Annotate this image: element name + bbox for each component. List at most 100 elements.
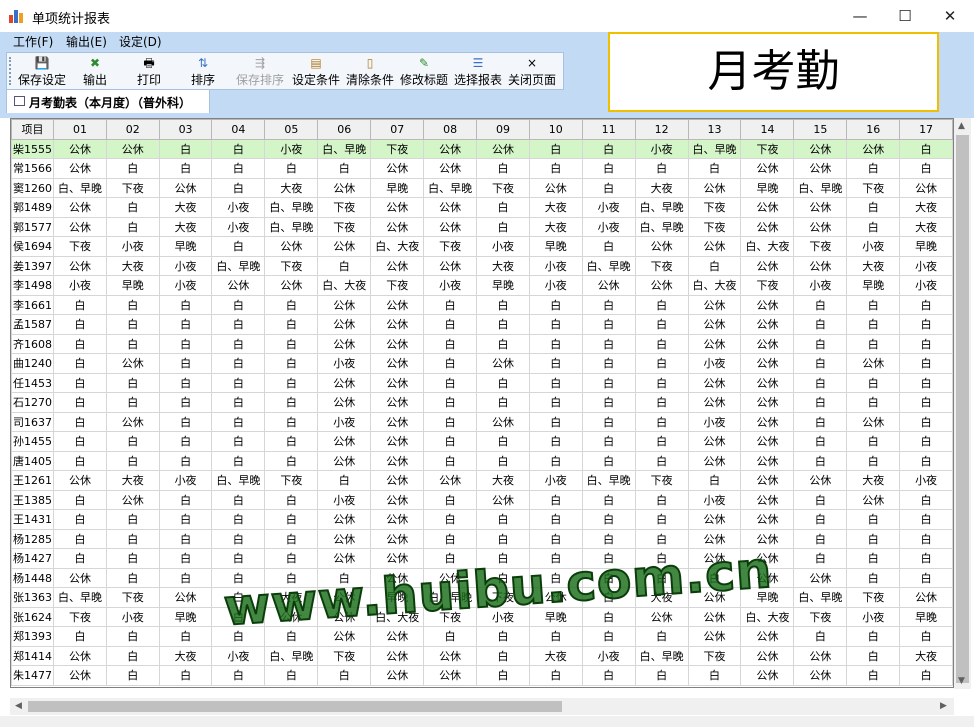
shift-cell[interactable]: 白 bbox=[476, 509, 530, 530]
shift-cell[interactable]: 大夜 bbox=[264, 587, 319, 608]
shift-cell[interactable]: 白、大夜 bbox=[687, 275, 742, 296]
shift-cell[interactable]: 白 bbox=[476, 197, 530, 218]
shift-cell[interactable]: 白 bbox=[158, 138, 213, 159]
shift-cell[interactable]: 公休 bbox=[52, 197, 107, 218]
column-header-day[interactable]: 10 bbox=[528, 119, 583, 140]
shift-cell[interactable]: 白 bbox=[634, 626, 689, 647]
shift-cell[interactable]: 小夜 bbox=[528, 275, 583, 296]
shift-cell[interactable]: 白 bbox=[793, 411, 848, 432]
shift-cell[interactable]: 公休 bbox=[317, 177, 372, 198]
shift-cell[interactable]: 白、早晚 bbox=[581, 470, 636, 491]
shift-cell[interactable]: 白 bbox=[634, 528, 689, 549]
shift-cell[interactable]: 白 bbox=[899, 489, 953, 510]
shift-cell[interactable]: 白 bbox=[846, 158, 901, 179]
employee-name-cell[interactable]: 姜1397 bbox=[11, 255, 54, 276]
shift-cell[interactable]: 公休 bbox=[423, 158, 478, 179]
shift-cell[interactable]: 公休 bbox=[793, 665, 848, 686]
shift-cell[interactable]: 白 bbox=[476, 392, 530, 413]
shift-cell[interactable]: 白 bbox=[581, 411, 636, 432]
shift-cell[interactable]: 白 bbox=[52, 509, 107, 530]
shift-cell[interactable]: 小夜 bbox=[317, 411, 372, 432]
shift-cell[interactable]: 公休 bbox=[52, 138, 107, 159]
shift-cell[interactable]: 白 bbox=[793, 333, 848, 354]
menu-output[interactable]: 输出(E) bbox=[66, 33, 107, 50]
shift-cell[interactable]: 公休 bbox=[317, 626, 372, 647]
shift-cell[interactable]: 下夜 bbox=[317, 216, 372, 237]
shift-cell[interactable]: 白 bbox=[52, 626, 107, 647]
shift-cell[interactable]: 白 bbox=[581, 567, 636, 588]
shift-cell[interactable]: 白 bbox=[528, 450, 583, 471]
shift-cell[interactable]: 白 bbox=[528, 353, 583, 374]
shift-cell[interactable]: 小夜 bbox=[317, 353, 372, 374]
shift-cell[interactable]: 公休 bbox=[846, 489, 901, 510]
shift-cell[interactable]: 白 bbox=[581, 138, 636, 159]
shift-cell[interactable]: 白 bbox=[264, 372, 319, 393]
shift-cell[interactable]: 下夜 bbox=[105, 177, 160, 198]
shift-cell[interactable]: 白 bbox=[105, 333, 160, 354]
shift-cell[interactable]: 早晚 bbox=[528, 606, 583, 627]
shift-cell[interactable]: 白、早晚 bbox=[793, 587, 848, 608]
shift-cell[interactable]: 白 bbox=[528, 509, 583, 530]
shift-cell[interactable]: 白 bbox=[158, 372, 213, 393]
shift-cell[interactable]: 白 bbox=[528, 626, 583, 647]
shift-cell[interactable]: 大夜 bbox=[528, 197, 583, 218]
shift-cell[interactable]: 白 bbox=[846, 392, 901, 413]
employee-name-cell[interactable]: 任1453 bbox=[11, 372, 54, 393]
shift-cell[interactable]: 公休 bbox=[740, 314, 795, 335]
shift-cell[interactable]: 公休 bbox=[740, 489, 795, 510]
table-row[interactable]: 齐1608 白白白白白公休 公休白白白白白公休 公休白白白 bbox=[11, 333, 953, 354]
shift-cell[interactable]: 小夜 bbox=[581, 645, 636, 666]
shift-cell[interactable]: 下夜 bbox=[52, 606, 107, 627]
shift-cell[interactable]: 大夜 bbox=[899, 197, 953, 218]
shift-cell[interactable]: 白、早晚 bbox=[423, 177, 478, 198]
shift-cell[interactable]: 白 bbox=[105, 197, 160, 218]
shift-cell[interactable]: 公休 bbox=[370, 567, 425, 588]
table-row[interactable]: 李1498 小夜 早晚 小夜 公休 公休 白、大夜 下夜 小夜 早晚 小夜 公休 公休 白、大夜 下夜 小夜早… bbox=[11, 275, 953, 296]
shift-cell[interactable]: 早晚 bbox=[528, 236, 583, 257]
shift-cell[interactable]: 公休 bbox=[423, 197, 478, 218]
shift-cell[interactable]: 白 bbox=[899, 353, 953, 374]
shift-cell[interactable]: 白 bbox=[423, 333, 478, 354]
shift-cell[interactable]: 白 bbox=[211, 236, 266, 257]
shift-cell[interactable]: 白 bbox=[793, 489, 848, 510]
shift-cell[interactable]: 公休 bbox=[740, 548, 795, 569]
shift-cell[interactable]: 白 bbox=[899, 665, 953, 686]
shift-cell[interactable]: 白 bbox=[317, 470, 372, 491]
shift-cell[interactable]: 白、早晚 bbox=[317, 138, 372, 159]
shift-cell[interactable]: 大夜 bbox=[158, 216, 213, 237]
employee-name-cell[interactable]: 郑1414 bbox=[11, 645, 54, 666]
shift-cell[interactable]: 白 bbox=[899, 158, 953, 179]
shift-cell[interactable]: 公休 bbox=[158, 177, 213, 198]
shift-cell[interactable]: 白、大夜 bbox=[740, 606, 795, 627]
shift-cell[interactable]: 早晚 bbox=[105, 275, 160, 296]
shift-cell[interactable]: 白 bbox=[476, 158, 530, 179]
column-header-item[interactable]: 项目 bbox=[11, 119, 54, 140]
shift-cell[interactable]: 白 bbox=[581, 587, 636, 608]
shift-cell[interactable]: 下夜 bbox=[264, 470, 319, 491]
shift-cell[interactable]: 公休 bbox=[634, 236, 689, 257]
shift-cell[interactable]: 公休 bbox=[687, 392, 742, 413]
shift-cell[interactable]: 公休 bbox=[476, 411, 530, 432]
shift-cell[interactable]: 白 bbox=[211, 333, 266, 354]
shift-cell[interactable]: 大夜 bbox=[476, 255, 530, 276]
shift-cell[interactable]: 早晚 bbox=[740, 177, 795, 198]
shift-cell[interactable]: 公休 bbox=[52, 665, 107, 686]
toolbar-grip[interactable] bbox=[9, 57, 14, 85]
shift-cell[interactable]: 白 bbox=[211, 489, 266, 510]
table-row[interactable]: 郑1393 白白白白白公休 公休白白白白白公休 公休白白白 bbox=[11, 626, 953, 647]
shift-cell[interactable]: 公休 bbox=[317, 314, 372, 335]
shift-cell[interactable]: 白 bbox=[581, 665, 636, 686]
shift-cell[interactable]: 公休 bbox=[740, 528, 795, 549]
shift-cell[interactable]: 大夜 bbox=[476, 470, 530, 491]
shift-cell[interactable]: 公休 bbox=[370, 158, 425, 179]
shift-cell[interactable]: 早晚 bbox=[899, 606, 953, 627]
clear-condition-button[interactable]: ▯ 清除条件 bbox=[345, 55, 395, 87]
shift-cell[interactable]: 公休 bbox=[423, 216, 478, 237]
shift-cell[interactable]: 白 bbox=[634, 567, 689, 588]
table-row[interactable]: 王1261 公休 大夜 小夜 白、早晚 下夜白公休 公休 大夜 小夜 白、早晚 下夜白公休 公休 大夜小… bbox=[11, 470, 953, 491]
shift-cell[interactable]: 小夜 bbox=[687, 353, 742, 374]
shift-cell[interactable]: 下夜 bbox=[687, 645, 742, 666]
shift-cell[interactable]: 白 bbox=[158, 489, 213, 510]
shift-cell[interactable]: 白、早晚 bbox=[211, 255, 266, 276]
shift-cell[interactable]: 白 bbox=[52, 450, 107, 471]
